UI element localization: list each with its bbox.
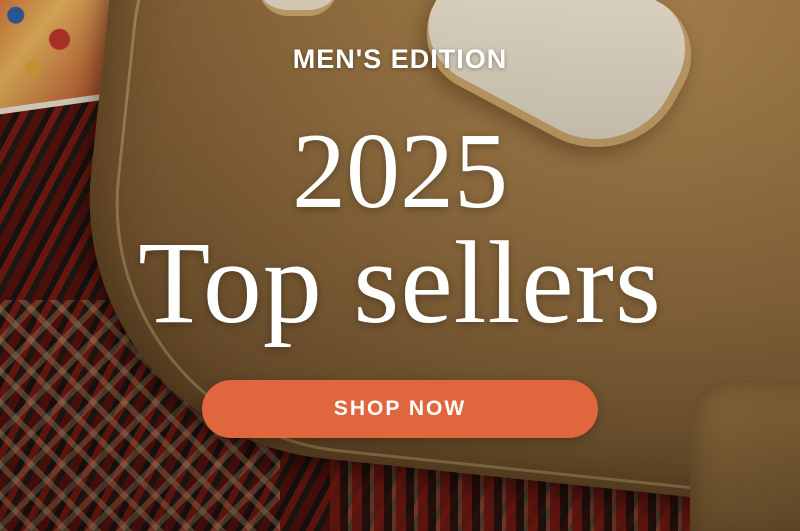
banner-content: MEN'S EDITION 2025 Top sellers SHOP NOW bbox=[0, 0, 800, 531]
headline-year: 2025 bbox=[292, 112, 508, 231]
headline-title: Top sellers bbox=[138, 217, 662, 348]
promo-banner[interactable]: MEN'S EDITION 2025 Top sellers SHOP NOW bbox=[0, 0, 800, 531]
eyebrow-text: MEN'S EDITION bbox=[292, 44, 508, 74]
shop-now-button[interactable]: SHOP NOW bbox=[202, 380, 598, 438]
